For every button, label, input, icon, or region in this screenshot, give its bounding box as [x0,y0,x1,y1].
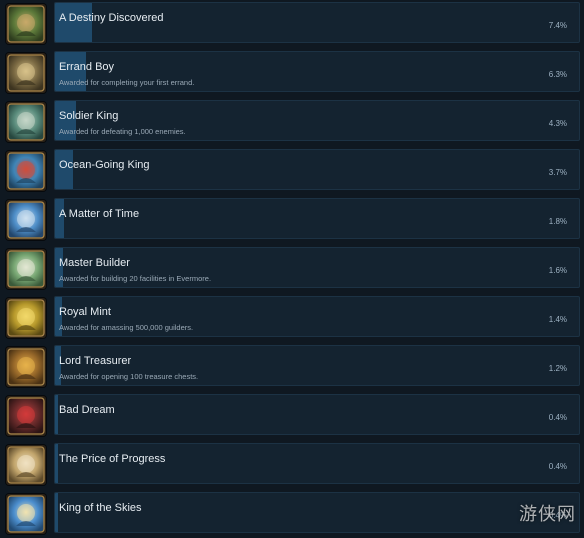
achievement-description: Awarded for opening 100 treasure chests. [59,372,199,381]
achievement-list: A Destiny Discovered 7.4% Errand Boy Awarde… [0,0,584,538]
achievement-title: Master Builder [59,257,130,269]
achievement-title: A Matter of Time [59,208,140,220]
unlock-percentage: 1.8% [548,217,567,226]
royal-mint-icon [6,298,46,338]
achievement-panel: Royal Mint Awarded for amassing 500,000 g… [54,296,580,337]
achievement-title: Ocean-Going King [59,159,150,171]
achievement-title: Royal Mint [59,306,111,318]
unlock-percentage: 1.2% [548,364,567,373]
achievement-row[interactable]: Royal Mint Awarded for amassing 500,000 g… [0,294,584,343]
achievement-panel: Errand Boy Awarded for completing your fi… [54,51,580,92]
achievement-row[interactable]: A Matter of Time 1.8% [0,196,584,245]
achievement-panel: Ocean-Going King 3.7% [54,149,580,190]
achievement-panel: Master Builder Awarded for building 20 fa… [54,247,580,288]
achievement-row[interactable]: Master Builder Awarded for building 20 fa… [0,245,584,294]
achievement-row[interactable]: Lord Treasurer Awarded for opening 100 tr… [0,343,584,392]
achievement-panel: Bad Dream 0.4% [54,394,580,435]
achievement-title: Soldier King [59,110,119,122]
achievement-title: A Destiny Discovered [59,12,164,24]
king-of-skies-icon [6,494,46,534]
achievement-title: The Price of Progress [59,453,166,465]
unlock-percentage: 1.6% [548,266,567,275]
price-of-progress-icon [6,445,46,485]
achievement-panel: A Destiny Discovered 7.4% [54,2,580,43]
bad-dream-icon [6,396,46,436]
achievement-panel: The Price of Progress 0.4% [54,443,580,484]
progress-fill [55,395,58,434]
ocean-king-icon [6,151,46,191]
achievement-row[interactable]: Soldier King Awarded for defeating 1,000 … [0,98,584,147]
achievement-panel: Soldier King Awarded for defeating 1,000 … [54,100,580,141]
errand-boy-icon [6,53,46,93]
achievement-panel: Lord Treasurer Awarded for opening 100 tr… [54,345,580,386]
achievement-title: King of the Skies [59,502,142,514]
achievement-title: Lord Treasurer [59,355,132,367]
achievement-panel: King of the Skies 0.4% [54,492,580,533]
unlock-percentage: 6.3% [548,70,567,79]
achievement-description: Awarded for completing your first errand… [59,78,195,87]
achievement-row[interactable]: King of the Skies 0.4% [0,490,584,538]
progress-fill [55,493,58,532]
unlock-percentage: 3.7% [548,168,567,177]
unlock-percentage: 0.4% [548,413,567,422]
achievement-row[interactable]: Errand Boy Awarded for completing your fi… [0,49,584,98]
achievement-row[interactable]: Ocean-Going King 3.7% [0,147,584,196]
achievement-title: Errand Boy [59,61,115,73]
achievement-row[interactable]: Bad Dream 0.4% [0,392,584,441]
progress-fill [55,444,58,483]
achievement-panel: A Matter of Time 1.8% [54,198,580,239]
achievement-row[interactable]: The Price of Progress 0.4% [0,441,584,490]
lord-treasurer-icon [6,347,46,387]
master-builder-icon [6,249,46,289]
matter-of-time-icon [6,200,46,240]
watermark: 游侠网 [519,504,576,525]
achievement-description: Awarded for building 20 facilities in Ev… [59,274,212,283]
soldier-king-icon [6,102,46,142]
unlock-percentage: 7.4% [548,21,567,30]
unlock-percentage: 0.4% [548,462,567,471]
achievement-description: Awarded for amassing 500,000 guilders. [59,323,194,332]
unlock-percentage: 4.3% [548,119,567,128]
unlock-percentage: 1.4% [548,315,567,324]
destiny-icon [6,4,46,44]
achievement-description: Awarded for defeating 1,000 enemies. [59,127,186,136]
achievement-title: Bad Dream [59,404,115,416]
achievement-row[interactable]: A Destiny Discovered 7.4% [0,0,584,49]
